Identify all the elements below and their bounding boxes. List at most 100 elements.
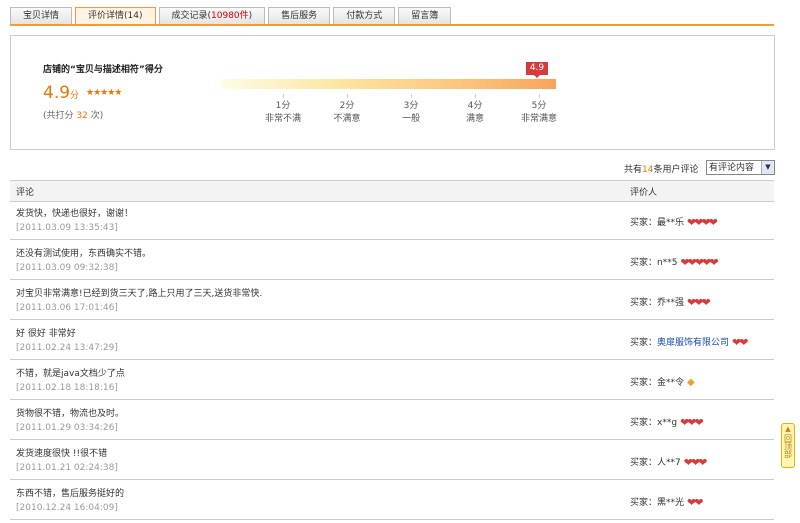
- review-comment: 发货速度很快 !!很不错: [16, 449, 108, 459]
- heart-badge-icon: ❤❤: [687, 496, 704, 509]
- back-to-top-button[interactable]: ▲ 回顶部: [781, 423, 795, 468]
- reviewer-name: 人**7: [657, 458, 681, 468]
- score-unit: 分: [70, 91, 80, 101]
- reviewer-name: 最**乐: [657, 218, 685, 228]
- reviewer: 买家：金**令 ◆: [630, 375, 695, 388]
- level-2: 2分不满意: [317, 100, 377, 126]
- reviewer-prefix: 买家：: [630, 458, 658, 468]
- reviewer: 买家：n**5 ❤❤❤❤❤: [630, 255, 719, 269]
- heart-badge-icon: ❤❤: [732, 336, 749, 349]
- review-comment: 东西不错，售后服务挺好的: [16, 489, 125, 499]
- score-total: (共打分 32 次): [43, 108, 103, 121]
- tab-label: 留言簿: [411, 11, 439, 21]
- table-row: 货物很不错，物流也及时。 [2011.01.29 03:34:26] 买家：x**g…: [10, 401, 774, 440]
- level-label: 非常不满: [264, 114, 301, 124]
- level-4: 4分 满意: [445, 100, 505, 126]
- level-score: 4分: [467, 101, 483, 111]
- summary-count: 14: [642, 165, 654, 175]
- reviewer-name: 金**令: [657, 378, 685, 388]
- tab-label: 售后服务: [281, 11, 318, 21]
- level-label: 不满意: [333, 114, 361, 124]
- filter-selected: 有评论内容: [709, 163, 755, 173]
- summary-prefix: 共有: [624, 165, 643, 175]
- table-row: 不错，就是java文档少了点 [2011.02.18 18:18:16] 买家：金*…: [10, 361, 774, 400]
- table-row: 对宝贝非常满意!已经到货三天了,路上只用了三天,送货非常快. [2011.03.0…: [10, 281, 774, 320]
- tab-label: 宝贝详情: [23, 11, 60, 21]
- review-filter-select[interactable]: 有评论内容 ▼: [706, 160, 775, 175]
- review-date: [2011.03.09 09:32:38]: [16, 263, 118, 273]
- reviewer-name: n**5: [657, 258, 678, 268]
- reviewer-prefix: 买家：: [630, 218, 658, 228]
- tab-label-suffix: ): [248, 11, 253, 21]
- reviewer-prefix: 买家：: [630, 338, 658, 348]
- bar-tick: [475, 94, 476, 98]
- reviewer-name: 乔**强: [657, 298, 685, 308]
- diamond-badge-icon: ◆: [687, 377, 695, 388]
- heart-badge-icon: ❤❤❤: [683, 456, 708, 469]
- review-summary: 共有14条用户评论: [624, 162, 698, 175]
- table-row: 还没有测试使用，东西确实不错。 [2011.03.09 09:32:38] 买家：n…: [10, 241, 774, 280]
- review-date: [2010.12.24 16:04:09]: [16, 503, 118, 513]
- tab-guestbook[interactable]: 留言簿: [398, 7, 452, 24]
- header-comment: 评论: [16, 188, 35, 198]
- table-row: 发货速度很快 !!很不错 [2011.01.21 02:24:38] 买家：人**7…: [10, 441, 774, 480]
- heart-badge-icon: ❤❤❤❤❤: [680, 256, 718, 269]
- level-label: 非常满意: [520, 114, 557, 124]
- review-date: [2011.02.18 18:18:16]: [16, 383, 118, 393]
- tab-reviews[interactable]: 评价详情(14): [75, 7, 156, 24]
- reviewer-prefix: 买家：: [630, 258, 658, 268]
- level-score: 3分: [403, 101, 419, 111]
- summary-suffix: 条用户评论: [653, 165, 699, 175]
- reviewer: 买家：乔**强 ❤❤❤: [630, 295, 711, 309]
- score-total-count: 32: [76, 111, 88, 121]
- score-bar: [221, 79, 556, 89]
- bar-tick: [283, 94, 284, 98]
- reviewer-name: 黑**光: [657, 498, 685, 508]
- review-date: [2011.03.09 13:35:43]: [16, 223, 118, 233]
- tab-item-details[interactable]: 宝贝详情: [10, 7, 73, 24]
- review-date: [2011.01.21 02:24:38]: [16, 463, 118, 473]
- review-comment: 好 很好 非常好: [16, 329, 76, 339]
- level-score: 2分: [339, 101, 355, 111]
- table-row: 发货快，快递也很好，谢谢！ [2011.03.09 13:35:43] 买家：最**…: [10, 201, 774, 240]
- level-score: 5分: [531, 101, 547, 111]
- tab-payment[interactable]: 付款方式: [333, 7, 396, 24]
- level-5: 5分非常满意: [509, 100, 569, 126]
- tab-transactions[interactable]: 成交记录(10980件): [158, 7, 266, 24]
- heart-badge-icon: ❤❤❤: [680, 416, 704, 429]
- bar-tick: [347, 94, 348, 98]
- back-to-top-label: 回顶部: [783, 434, 793, 458]
- chevron-down-icon[interactable]: ▼: [761, 161, 774, 174]
- tab-label: 成交记录(: [171, 11, 212, 21]
- bar-tick: [411, 94, 412, 98]
- reviewer-prefix: 买家：: [630, 378, 658, 388]
- review-comment: 还没有测试使用，东西确实不错。: [16, 249, 152, 259]
- review-date: [2011.03.06 17:01:46]: [16, 303, 118, 313]
- table-row: 好 很好 非常好 [2011.02.24 13:47:29] 买家：奥扉服饰有限公司…: [10, 321, 774, 360]
- score-title: 店铺的“宝贝与描述相符”得分: [43, 65, 163, 75]
- reviewer-link[interactable]: 奥扉服饰有限公司: [657, 338, 729, 348]
- reviewer-prefix: 买家：: [630, 418, 658, 428]
- level-score: 1分: [275, 101, 291, 111]
- score-total-suffix: 次): [90, 111, 104, 121]
- tab-label: 评价详情(14): [88, 11, 143, 21]
- score-value: 4.9分: [43, 83, 79, 103]
- review-date: [2011.02.24 13:47:29]: [16, 343, 118, 353]
- tab-after-sales[interactable]: 售后服务: [268, 7, 331, 24]
- review-comment: 不错，就是java文档少了点: [16, 369, 125, 379]
- reviewer-prefix: 买家：: [630, 298, 658, 308]
- review-comment: 发货快，快递也很好，谢谢！: [16, 209, 134, 219]
- reviewer-name: x**g: [657, 418, 678, 428]
- level-1: 1分非常不满: [253, 100, 313, 126]
- score-number: 4.9: [43, 83, 71, 103]
- table-row: 东西不错，售后服务挺好的 [2010.12.24 16:04:09] 买家：黑**光…: [10, 481, 774, 520]
- review-comment: 对宝贝非常满意!已经到货三天了,路上只用了三天,送货非常快.: [16, 289, 263, 299]
- review-comment: 货物很不错，物流也及时。: [16, 409, 125, 419]
- reviewer-prefix: 买家：: [630, 498, 658, 508]
- bar-tick: [539, 94, 540, 98]
- score-marker: 4.9: [526, 62, 548, 78]
- score-panel: 店铺的“宝贝与描述相符”得分 4.9分 ★★★★★ (共打分 32 次) 4.9…: [10, 35, 775, 150]
- heart-badge-icon: ❤❤❤: [687, 296, 711, 309]
- header-rater: 评价人: [630, 188, 658, 198]
- tab-label: 付款方式: [346, 11, 383, 21]
